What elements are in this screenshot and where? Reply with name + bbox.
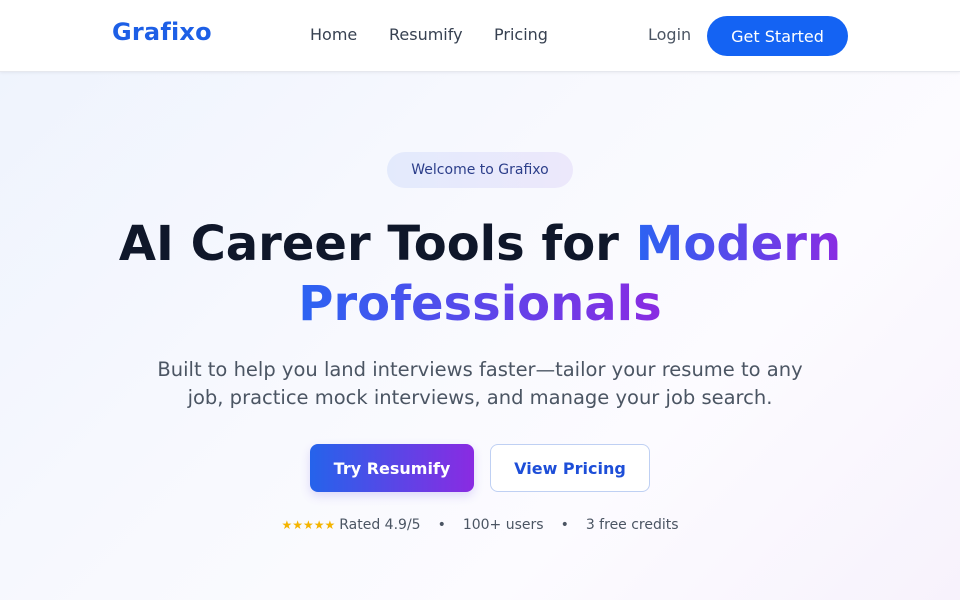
star-rating-icon: ★★★★★ (281, 518, 336, 532)
nav-link-home[interactable]: Home (310, 25, 357, 44)
social-proof-row: ★★★★★ Rated 4.9/5 • 100+ users • 3 free … (0, 517, 960, 533)
view-pricing-button[interactable]: View Pricing (490, 444, 650, 492)
separator-dot: • (437, 517, 446, 533)
top-navbar: Grafixo Home Resumify Pricing Login Get … (0, 0, 960, 72)
welcome-badge: Welcome to Grafixo (387, 152, 573, 188)
hero-title-highlight-modern: Modern (635, 216, 842, 272)
nav-link-pricing[interactable]: Pricing (494, 25, 548, 44)
users-count-text: 100+ users (462, 517, 544, 533)
try-resumify-button[interactable]: Try Resumify (310, 444, 474, 492)
login-link[interactable]: Login (648, 25, 691, 44)
hero-title-text: AI Career Tools for (118, 216, 636, 272)
nav-link-resumify[interactable]: Resumify (389, 25, 463, 44)
hero-subtitle: Built to help you land interviews faster… (157, 358, 803, 409)
rating-text: Rated 4.9/5 (339, 517, 421, 533)
get-started-button[interactable]: Get Started (707, 16, 848, 56)
free-credits-text: 3 free credits (585, 517, 679, 533)
separator-dot: • (560, 517, 569, 533)
hero-title: AI Career Tools for Modern Professionals (0, 214, 960, 334)
brand-logo[interactable]: Grafixo (112, 18, 212, 46)
landing-page: Grafixo Home Resumify Pricing Login Get … (0, 0, 960, 600)
hero-title-highlight-professionals: Professionals (298, 276, 662, 332)
